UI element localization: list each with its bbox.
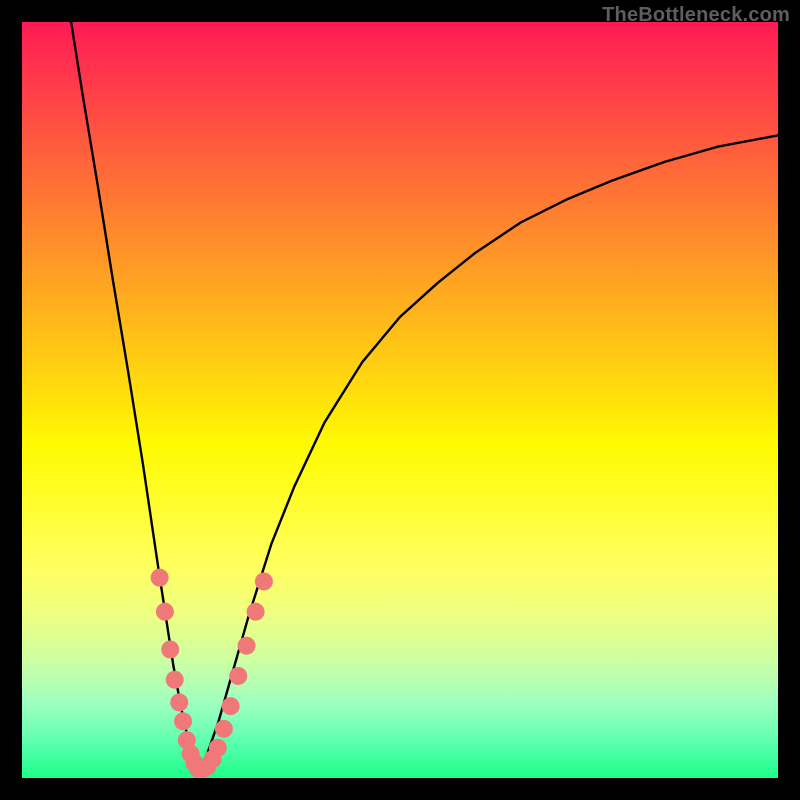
data-point (151, 569, 169, 587)
data-point (198, 758, 216, 776)
chart-frame: TheBottleneck.com (0, 0, 800, 800)
data-point (174, 712, 192, 730)
data-point (204, 750, 222, 768)
data-point (247, 603, 265, 621)
data-point (170, 693, 188, 711)
data-point (156, 603, 174, 621)
plot-area (22, 22, 778, 778)
curve-layer (71, 22, 778, 770)
data-point (209, 739, 227, 757)
data-point (185, 754, 203, 772)
data-point (255, 572, 273, 590)
curve-left-branch (71, 22, 198, 770)
watermark-text: TheBottleneck.com (602, 4, 790, 27)
data-point (189, 760, 207, 778)
data-point (166, 671, 184, 689)
data-point (194, 760, 212, 778)
marker-layer (151, 569, 273, 778)
data-point (178, 731, 196, 749)
data-point (222, 697, 240, 715)
data-point (229, 667, 247, 685)
data-point (238, 637, 256, 655)
curve-right-branch (198, 135, 778, 770)
chart-svg (22, 22, 778, 778)
data-point (161, 640, 179, 658)
data-point (215, 720, 233, 738)
data-point (182, 745, 200, 763)
